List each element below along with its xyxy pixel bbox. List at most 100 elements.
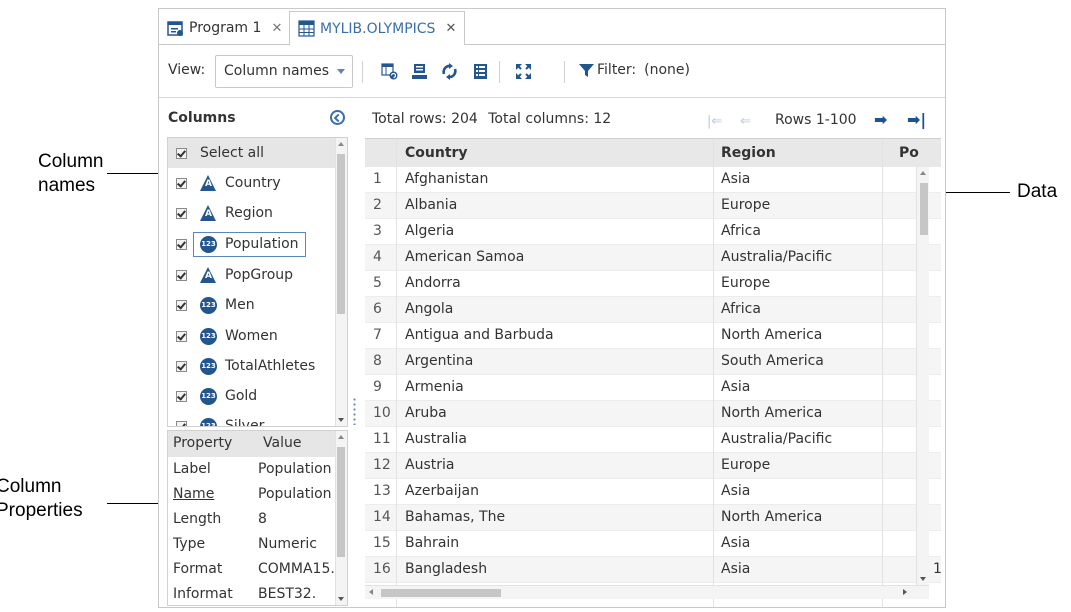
column-list-scrollbar[interactable]	[335, 138, 347, 426]
total-rows-text: Total rows: 204	[372, 111, 478, 127]
scroll-right-icon[interactable]	[903, 589, 907, 595]
grid-totals: Total rows: 204 Total columns: 12	[372, 111, 611, 127]
column-item-totalathletes[interactable]: 123 TotalAthletes	[168, 351, 336, 381]
data-grid: Country Region Po 1 Afghanistan Asia 2 Alban…	[365, 138, 941, 607]
table-row[interactable]: 8 Argentina South America	[365, 349, 941, 375]
country-cell: Bahamas, The	[405, 509, 506, 525]
country-cell: Argentina	[405, 353, 474, 369]
table-row[interactable]: 13 Azerbaijan Asia	[365, 479, 941, 505]
sync-icon[interactable]	[441, 63, 458, 80]
collapse-panel-icon[interactable]	[330, 110, 345, 125]
row-number: 4	[373, 249, 382, 265]
column-checkbox[interactable]	[176, 177, 187, 189]
tab-mylib-olympics[interactable]: MYLIB.OLYMPICS ✕	[289, 11, 466, 46]
column-checkbox[interactable]	[176, 238, 187, 250]
maximize-icon[interactable]	[515, 63, 532, 80]
grid-horizontal-scrollbar[interactable]	[365, 585, 929, 599]
value-header: Value	[263, 435, 302, 451]
scroll-left-icon[interactable]	[369, 589, 373, 595]
filter-control[interactable]: Filter: (none)	[579, 62, 690, 78]
column-checkbox[interactable]	[176, 269, 187, 281]
select-all-checkbox[interactable]	[176, 147, 187, 159]
scrollbar-thumb[interactable]	[381, 589, 501, 597]
table-row[interactable]: 4 American Samoa Australia/Pacific	[365, 245, 941, 271]
column-item-women[interactable]: 123 Women	[168, 321, 336, 351]
region-cell: Africa	[721, 301, 761, 317]
column-item-population[interactable]: 123 Population	[168, 229, 336, 259]
tab-program-1-close-icon[interactable]: ✕	[271, 21, 282, 36]
property-value: Numeric	[258, 536, 317, 552]
scrollbar-thumb[interactable]	[337, 447, 345, 557]
scrollbar-thumb[interactable]	[920, 183, 928, 235]
column-item-label: Silver	[225, 418, 265, 427]
table-row[interactable]: 9 Armenia Asia	[365, 375, 941, 401]
property-row-length: Length 8	[168, 507, 336, 532]
region-cell: North America	[721, 509, 823, 525]
column-checkbox[interactable]	[176, 330, 187, 342]
scroll-up-icon[interactable]	[338, 435, 344, 439]
column-item-gold[interactable]: 123 Gold	[168, 381, 336, 411]
scroll-up-icon[interactable]	[920, 171, 926, 175]
property-row-type: Type Numeric	[168, 532, 336, 557]
callout-data: Data	[1017, 181, 1058, 202]
scroll-up-icon[interactable]	[338, 142, 344, 146]
table-row[interactable]: 2 Albania Europe	[365, 193, 941, 219]
view-select[interactable]: Column names	[215, 55, 353, 88]
table-row[interactable]: 3 Algeria Africa	[365, 219, 941, 245]
numeric-type-icon: 123	[200, 417, 217, 426]
table-row[interactable]: 6 Angola Africa	[365, 297, 941, 323]
column-checkbox[interactable]	[176, 299, 187, 311]
table-row[interactable]: 1 Afghanistan Asia	[365, 167, 941, 193]
filter-label: Filter:	[597, 62, 637, 78]
property-value: Population	[258, 461, 332, 477]
column-item-silver[interactable]: 123 Silver	[168, 411, 336, 427]
property-value: Population	[258, 486, 332, 502]
properties-scrollbar[interactable]	[335, 431, 347, 605]
table-row[interactable]: 5 Andorra Europe	[365, 271, 941, 297]
table-icon	[298, 20, 315, 37]
column-item-region[interactable]: Region	[168, 198, 336, 228]
panel-splitter-handle[interactable]	[353, 397, 356, 425]
region-cell: Europe	[721, 275, 771, 291]
properties-icon[interactable]	[472, 63, 489, 80]
table-row[interactable]: 12 Austria Europe	[365, 453, 941, 479]
column-checkbox[interactable]	[176, 390, 187, 402]
column-checkbox[interactable]	[176, 207, 187, 219]
header-country[interactable]: Country	[405, 145, 468, 161]
last-page-icon[interactable]: ➡|	[907, 110, 926, 129]
column-item-popgroup[interactable]: PopGroup	[168, 260, 336, 290]
refresh-table-icon[interactable]	[381, 63, 398, 80]
grid-vertical-scrollbar[interactable]	[916, 167, 929, 585]
tab-program-1[interactable]: Program 1 ✕	[159, 11, 290, 45]
column-checkbox[interactable]	[176, 360, 187, 372]
table-row[interactable]: 16 Bangladesh Asia 1	[365, 557, 941, 583]
table-row[interactable]: 11 Australia Australia/Pacific	[365, 427, 941, 453]
column-checkbox[interactable]	[176, 420, 187, 426]
country-cell: Armenia	[405, 379, 464, 395]
column-item-men[interactable]: 123 Men	[168, 290, 336, 320]
scroll-down-icon[interactable]	[338, 418, 344, 422]
row-number: 10	[373, 405, 391, 421]
property-value: COMMA15.	[258, 561, 335, 577]
scroll-down-icon[interactable]	[338, 597, 344, 601]
scroll-down-icon[interactable]	[920, 577, 926, 581]
scrollbar-thumb[interactable]	[337, 154, 345, 314]
table-row[interactable]: 14 Bahamas, The North America	[365, 505, 941, 531]
next-page-icon[interactable]: ➡	[874, 110, 887, 129]
column-item-country[interactable]: Country	[168, 168, 336, 198]
header-region[interactable]: Region	[721, 145, 776, 161]
table-row[interactable]: 15 Bahrain Asia	[365, 531, 941, 557]
select-all-row[interactable]: Select all	[168, 138, 336, 168]
tab-program-1-label: Program 1	[189, 20, 262, 36]
table-viewer-window: Program 1 ✕ MYLIB.OLYMPICS ✕ View: Colum…	[158, 8, 946, 608]
data-grid-panel: Total rows: 204 Total columns: 12 |⇐ ⇐ R…	[359, 98, 945, 607]
first-page-icon[interactable]: |⇐	[707, 114, 722, 129]
tab-mylib-olympics-close-icon[interactable]: ✕	[445, 21, 456, 36]
property-key: Length	[173, 511, 222, 527]
save-table-icon[interactable]	[411, 63, 428, 80]
table-row[interactable]: 10 Aruba North America	[365, 401, 941, 427]
header-population[interactable]: Po	[899, 145, 919, 161]
country-cell: American Samoa	[405, 249, 525, 265]
table-row[interactable]: 7 Antigua and Barbuda North America	[365, 323, 941, 349]
previous-page-icon[interactable]: ⇐	[740, 114, 751, 129]
